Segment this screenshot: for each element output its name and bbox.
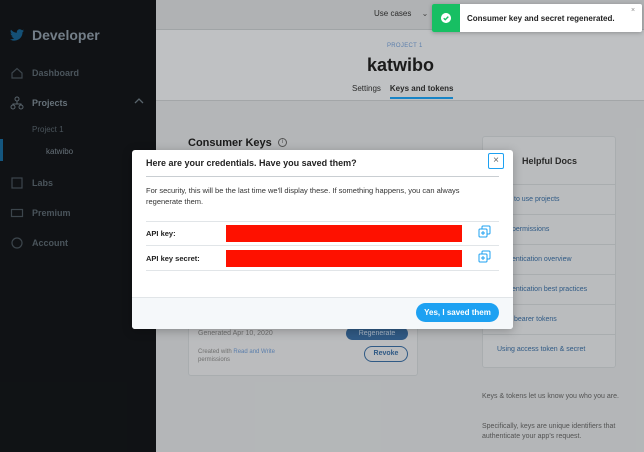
api-key-value-redacted [226, 225, 462, 242]
check-icon [441, 13, 451, 23]
copy-icon[interactable] [478, 250, 491, 263]
modal-title: Here are your credentials. Have you save… [146, 158, 357, 168]
yes-saved-button[interactable]: Yes, I saved them [416, 303, 499, 322]
divider [146, 270, 499, 271]
divider [146, 245, 499, 246]
api-secret-label: API key secret: [146, 254, 200, 263]
toast-message: Consumer key and secret regenerated. [467, 14, 615, 23]
divider [146, 176, 499, 177]
modal-description: For security, this will be the last time… [146, 186, 460, 206]
divider [146, 221, 499, 222]
copy-icon[interactable] [478, 225, 491, 238]
close-icon[interactable]: × [631, 7, 635, 14]
success-toast: Consumer key and secret regenerated. × [432, 4, 642, 32]
api-secret-value-redacted [226, 250, 462, 267]
close-icon[interactable]: × [488, 153, 504, 169]
api-key-label: API key: [146, 229, 176, 238]
credentials-modal: Here are your credentials. Have you save… [132, 150, 513, 329]
